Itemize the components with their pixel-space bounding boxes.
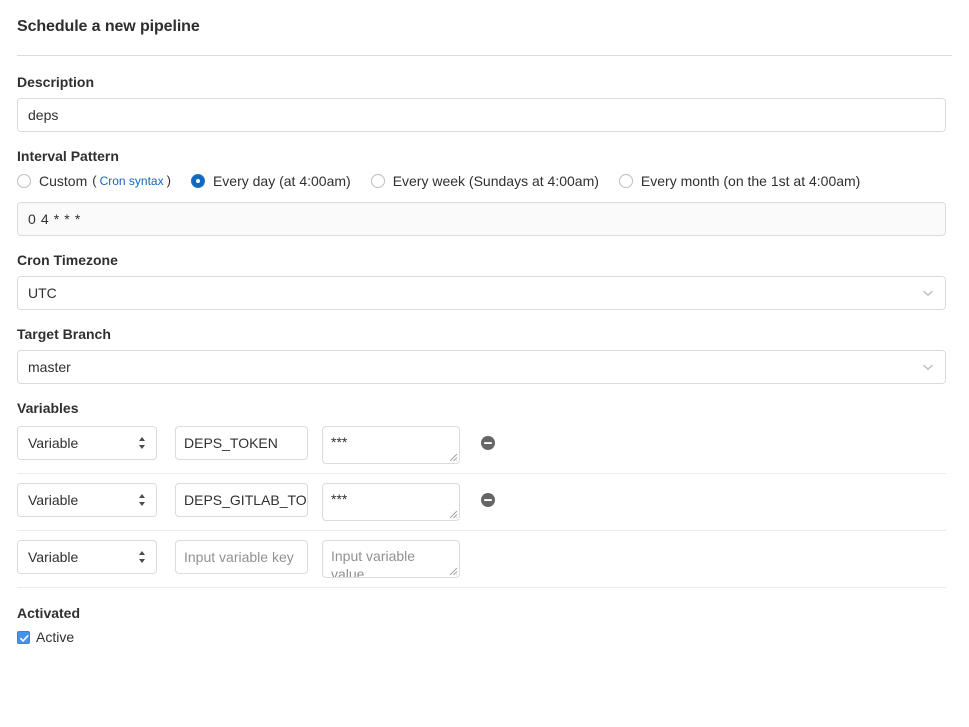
checkmark-icon — [20, 634, 29, 642]
variable-value-placeholder: Input variable value — [331, 548, 416, 578]
target-branch-value: master — [28, 359, 71, 375]
variable-type-select[interactable]: Variable — [17, 483, 157, 517]
variables-label: Variables — [17, 400, 79, 416]
radio-label-every-day: Every day (at 4:00am) — [212, 173, 351, 189]
resize-handle-icon[interactable] — [447, 565, 458, 576]
cron-link-close-paren: ) — [166, 173, 171, 188]
radio-icon-custom[interactable] — [17, 174, 31, 188]
resize-handle-icon[interactable] — [447, 451, 458, 462]
target-branch-select[interactable]: master — [17, 350, 946, 384]
cron-expression-input[interactable] — [17, 202, 946, 236]
variable-value-text: *** — [331, 434, 348, 450]
sort-updown-icon — [139, 494, 145, 506]
variable-value-text: *** — [331, 491, 348, 507]
page-title: Schedule a new pipeline — [17, 18, 200, 35]
active-checkbox-row[interactable]: Active — [17, 629, 952, 645]
sort-updown-icon — [139, 551, 145, 563]
variable-value-input[interactable]: Input variable value — [322, 540, 460, 578]
active-checkbox-label: Active — [36, 629, 75, 645]
description-label: Description — [17, 74, 95, 90]
radio-option-every-month[interactable]: Every month (on the 1st at 4:00am) — [618, 172, 861, 190]
page-header: Schedule a new pipeline — [0, 0, 969, 38]
variable-key-input[interactable]: Input variable key — [175, 540, 308, 574]
cron-link-open-paren: ( — [92, 173, 97, 188]
radio-option-every-day[interactable]: Every day (at 4:00am) — [190, 172, 351, 190]
variable-value-input[interactable]: *** — [322, 483, 460, 521]
variable-type-select[interactable]: Variable — [17, 426, 157, 460]
remove-variable-button[interactable] — [480, 492, 496, 508]
cron-timezone-select[interactable]: UTC — [17, 276, 946, 310]
chevron-down-icon — [923, 290, 933, 296]
schedule-pipeline-page: Schedule a new pipeline Description Inte… — [0, 0, 969, 645]
target-branch-label: Target Branch — [17, 326, 111, 342]
radio-option-every-week[interactable]: Every week (Sundays at 4:00am) — [370, 172, 599, 190]
variable-row: Variable DEPS_TOKEN *** — [17, 417, 952, 473]
radio-icon-every-month[interactable] — [618, 174, 633, 188]
variable-row: Variable DEPS_GITLAB_TOKEN *** — [17, 474, 952, 530]
remove-variable-button[interactable] — [480, 435, 496, 451]
variable-type-value: Variable — [28, 492, 79, 508]
variable-key-input[interactable]: DEPS_GITLAB_TOKEN — [175, 483, 308, 517]
cron-timezone-value: UTC — [28, 285, 57, 301]
header-divider — [17, 55, 952, 56]
variable-type-value: Variable — [28, 549, 79, 565]
radio-label-custom: Custom — [39, 173, 88, 189]
description-input[interactable] — [17, 98, 946, 132]
variable-row-divider — [17, 587, 946, 588]
sort-updown-icon — [139, 437, 145, 449]
schedule-form: Description Interval Pattern Custom ( Cr… — [0, 73, 969, 645]
radio-icon-every-day[interactable] — [190, 174, 205, 188]
variable-row: Variable Input variable key Input variab… — [17, 531, 952, 587]
chevron-down-icon — [923, 364, 933, 370]
variable-key-input[interactable]: DEPS_TOKEN — [175, 426, 308, 460]
radio-option-custom[interactable]: Custom ( Cron syntax ) — [17, 172, 171, 190]
variable-type-value: Variable — [28, 435, 79, 451]
radio-label-every-month: Every month (on the 1st at 4:00am) — [640, 173, 861, 189]
cron-timezone-label: Cron Timezone — [17, 252, 118, 268]
interval-pattern-radio-group: Custom ( Cron syntax ) Every day (at 4:0… — [17, 172, 952, 190]
interval-pattern-label: Interval Pattern — [17, 148, 119, 164]
radio-label-every-week: Every week (Sundays at 4:00am) — [392, 173, 599, 189]
radio-icon-every-week[interactable] — [370, 174, 385, 188]
cron-syntax-link[interactable]: Cron syntax — [100, 172, 164, 190]
variable-value-input[interactable]: *** — [322, 426, 460, 464]
resize-handle-icon[interactable] — [447, 508, 458, 519]
activated-label: Activated — [17, 605, 81, 621]
active-checkbox[interactable] — [17, 630, 30, 644]
variable-type-select[interactable]: Variable — [17, 540, 157, 574]
